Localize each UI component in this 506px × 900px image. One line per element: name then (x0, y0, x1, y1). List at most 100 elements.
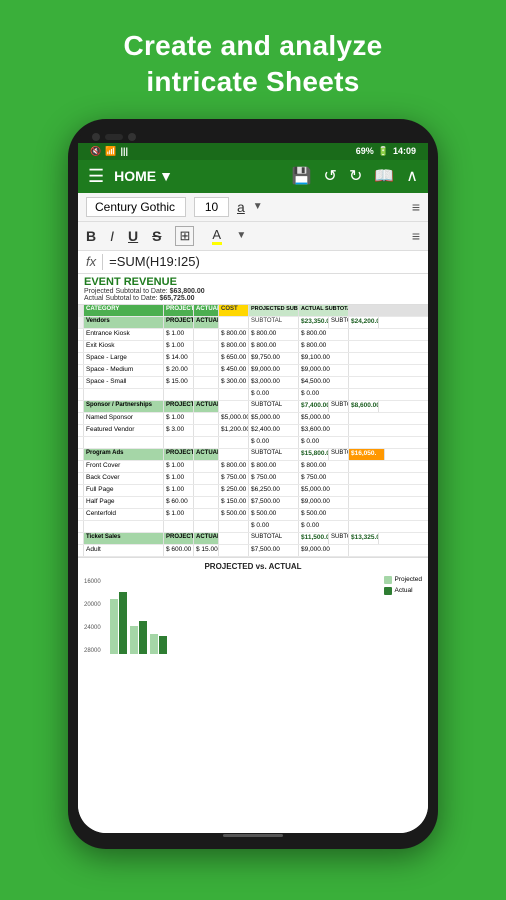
bar-projected-2 (130, 626, 138, 654)
table-row: Space - Small $ 15.00 $ 300.00 $3,000.00… (78, 377, 428, 389)
phone-screen: 🔇 📶 ||| 69% 🔋 14:09 ☰ HOME ▼ 💾 ↺ ↻ 📖 (78, 143, 428, 833)
bar-group-1 (110, 592, 127, 654)
text-color-dropdown[interactable]: ▼ (253, 201, 263, 212)
legend-actual-label: Actual (395, 587, 413, 594)
chart-title: PROJECTED vs. ACTUAL (84, 562, 422, 571)
vendors-header-row: Vendors PROJECTED ACTUAL SUBTOTAL $23,35… (78, 317, 428, 329)
y-label-1: 16000 (84, 579, 107, 585)
align-icon[interactable]: ≡ (412, 199, 420, 215)
font-name-box[interactable]: Century Gothic (86, 197, 186, 217)
bold-button[interactable]: B (86, 228, 96, 244)
legend-actual: Actual (384, 587, 422, 595)
chart-bars-area (110, 579, 379, 654)
table-row: $ 0.00 $ 0.00 (78, 389, 428, 401)
underline-button[interactable]: U (128, 228, 138, 244)
actual-header: ACTUAL (194, 305, 219, 316)
wifi-icon: 📶 (105, 146, 116, 157)
home-label-text: HOME (114, 168, 156, 184)
header-title: Create and analyze intricate Sheets (123, 28, 382, 101)
highlight-button[interactable]: A (212, 227, 222, 245)
table-row: Full Page $ 1.00 $ 250.00 $6,250.00 $5,0… (78, 485, 428, 497)
menu-icon[interactable]: ☰ (88, 166, 104, 187)
projected-header: PROJECTED (164, 305, 194, 316)
more-format-icon[interactable]: ≡ (412, 228, 420, 244)
bar-actual-3 (159, 636, 167, 654)
font-size-box[interactable]: 10 (194, 197, 229, 217)
column-headers-row: CATEGORY PROJECTED ACTUAL COST PROJECTED… (78, 305, 428, 317)
strikethrough-button[interactable]: S (152, 228, 161, 244)
home-dropdown[interactable]: HOME ▼ (114, 168, 173, 184)
up-icon[interactable]: ∧ (406, 166, 418, 186)
phone-bottom-bar (78, 833, 428, 839)
sheet-title-area: EVENT REVENUE Projected Subtotal to Date… (78, 274, 428, 305)
clock: 14:09 (393, 146, 416, 156)
chart-area: PROJECTED vs. ACTUAL 28000 24000 20000 1… (78, 557, 428, 654)
underline-a-button[interactable]: a (237, 199, 245, 215)
ticket-sales-header-row: Ticket Sales PROJECTED ACTUAL SUBTOTAL $… (78, 533, 428, 545)
italic-button[interactable]: I (110, 228, 114, 244)
program-ads-header-row: Program Ads PROJECTED ACTUAL SUBTOTAL $1… (78, 449, 428, 461)
vendors-cost-blank (219, 317, 249, 328)
y-label-3: 24000 (84, 625, 107, 631)
table-row: Space - Large $ 14.00 $ 650.00 $9,750.00… (78, 353, 428, 365)
y-label-4: 28000 (84, 648, 107, 654)
redo-icon[interactable]: ↻ (349, 166, 362, 186)
row-name: Entrance Kiosk (84, 329, 164, 340)
cost-header: COST (219, 305, 249, 316)
proj-subtotal-header: PROJECTED SUBTOTAL (249, 305, 299, 316)
camera-dot-2 (128, 133, 136, 141)
undo-icon[interactable]: ↺ (324, 166, 337, 186)
camera-dot-1 (92, 133, 100, 141)
chart-container: 28000 24000 20000 16000 (84, 574, 422, 654)
vendors-proj-sub: $23,350.00 (299, 317, 329, 328)
signal-icon: ||| (120, 146, 128, 156)
bar-group-3 (150, 634, 167, 654)
bar-group-2 (130, 621, 147, 654)
chart-y-labels: 28000 24000 20000 16000 (84, 579, 109, 654)
vendors-proj: PROJECTED (164, 317, 194, 328)
table-row: Featured Vendor $ 3.00 $1,200.00 $2,400.… (78, 425, 428, 437)
table-row: Front Cover $ 1.00 $ 800.00 $ 800.00 $ 8… (78, 461, 428, 473)
table-row: $ 0.00 $ 0.00 (78, 437, 428, 449)
book-icon[interactable]: 📖 (374, 166, 394, 186)
battery-icon: 🔋 (378, 146, 389, 157)
table-row: Exit Kiosk $ 1.00 $ 800.00 $ 800.00 $ 80… (78, 341, 428, 353)
formula-content[interactable]: =SUM(H19:I25) (109, 254, 200, 269)
table-row: Named Sponsor $ 1.00 $5,000.00 $5,000.00… (78, 413, 428, 425)
sponsor-header-row: Sponsor / Partnerships PROJECTED ACTUAL … (78, 401, 428, 413)
vendors-actual: ACTUAL (194, 317, 219, 328)
table-row: Half Page $ 60.00 $ 150.00 $7,500.00 $9,… (78, 497, 428, 509)
dropdown-arrow: ▼ (159, 168, 173, 184)
legend-projected-color (384, 576, 392, 584)
legend-projected-label: Projected (395, 576, 422, 583)
bar-projected-3 (150, 634, 158, 654)
event-revenue-title: EVENT REVENUE (84, 276, 422, 288)
app-toolbar: ☰ HOME ▼ 💾 ↺ ↻ 📖 ∧ (78, 160, 428, 193)
battery-pct: 69% (356, 146, 374, 156)
legend-actual-color (384, 587, 392, 595)
table-row: Entrance Kiosk $ 1.00 $ 800.00 $ 800.00 … (78, 329, 428, 341)
header-section: Create and analyze intricate Sheets (93, 0, 412, 101)
phone-mockup: 🔇 📶 ||| 69% 🔋 14:09 ☰ HOME ▼ 💾 ↺ ↻ 📖 (68, 119, 438, 849)
category-header: CATEGORY (84, 305, 164, 316)
vendors-actual-sub-label: SUBTOTAL (329, 317, 349, 328)
mute-icon: 🔇 (90, 146, 101, 157)
status-bar: 🔇 📶 ||| 69% 🔋 14:09 (78, 143, 428, 160)
borders-button[interactable]: ⊞ (175, 226, 194, 246)
legend-projected: Projected (384, 576, 422, 584)
table-row: Adult $ 600.00 $ 15.00 $7,500.00 $9,000.… (78, 545, 428, 557)
home-indicator (223, 834, 283, 837)
spreadsheet[interactable]: EVENT REVENUE Projected Subtotal to Date… (78, 274, 428, 833)
projected-subtotal-line: Projected Subtotal to Date: $63,800.00 (84, 288, 422, 295)
bar-actual-2 (139, 621, 147, 654)
save-icon[interactable]: 💾 (292, 166, 312, 186)
bar-actual-1 (119, 592, 127, 654)
formula-divider (102, 254, 103, 270)
font-toolbar: Century Gothic 10 a ▼ ≡ (78, 193, 428, 222)
highlight-dropdown[interactable]: ▼ (236, 230, 246, 241)
actual-subtotal-header: ACTUAL SUBTOTAL (299, 305, 349, 316)
camera-area (92, 133, 136, 141)
status-left-icons: 🔇 📶 ||| (90, 146, 128, 157)
table-row: Space - Medium $ 20.00 $ 450.00 $9,000.0… (78, 365, 428, 377)
vendors-actual-sub: $24,200.00 (349, 317, 379, 328)
